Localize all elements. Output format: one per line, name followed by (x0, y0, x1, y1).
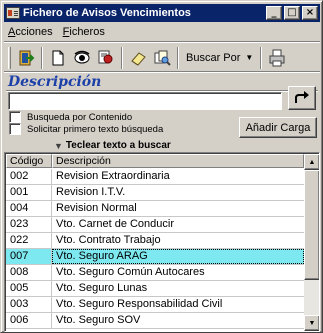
table-row[interactable]: 004 Revision Normal (6, 201, 304, 217)
row-code: 001 (6, 185, 52, 200)
search-input[interactable] (8, 92, 282, 110)
description-section-label: Descripción (8, 74, 102, 90)
vertical-scrollbar[interactable]: ▲ ▼ (304, 154, 319, 331)
search-hint-text: Teclear texto a buscar (65, 140, 171, 151)
table-row[interactable]: 001 Revision I.T.V. (6, 185, 304, 201)
content-search-checkbox[interactable] (9, 111, 21, 123)
row-description: Vto. Carnet de Conducir (56, 218, 175, 230)
search-go-button[interactable] (288, 86, 316, 110)
row-code: 002 (6, 169, 52, 184)
row-description: Vto. Seguro ARAG (52, 249, 304, 264)
first-text-checkbox[interactable] (9, 123, 21, 135)
table-row[interactable]: 023 Vto. Carnet de Conducir (6, 217, 304, 233)
close-button[interactable]: × (302, 6, 318, 20)
filter-icon: ▼ (54, 140, 63, 151)
table-row[interactable]: 007 Vto. Seguro ARAG (6, 249, 304, 265)
chevron-down-icon: ▼ (245, 53, 254, 62)
new-document-icon[interactable] (46, 46, 70, 70)
first-text-option[interactable]: Solicitar primero texto búsqueda (9, 123, 163, 135)
column-header-description[interactable]: Descripción (52, 154, 304, 168)
row-description: Revision I.T.V. (56, 186, 126, 198)
content-search-option[interactable]: Busqueda por Contenido (9, 111, 132, 123)
list-rows: 002 Revision Extraordinaria 001 Revision I.… (6, 169, 304, 329)
toolbar-separator (121, 46, 123, 69)
row-code: 005 (6, 281, 52, 296)
row-description: Vto. Contrato Trabajo (56, 234, 161, 246)
menu-ficheros[interactable]: Ficheros (59, 26, 111, 38)
records-list: Código Descripción 002 Revision Extraordi… (4, 152, 320, 332)
row-description: Vto. Seguro Responsabilidad Civil (56, 298, 223, 310)
row-description: Revision Extraordinaria (56, 170, 170, 182)
table-row[interactable]: 008 Vto. Seguro Común Autocares (6, 265, 304, 281)
row-code: 006 (6, 313, 52, 328)
row-code: 022 (6, 233, 52, 248)
window-title: Fichero de Avisos Vencimientos (23, 7, 191, 19)
toolbar-separator (260, 46, 263, 69)
maximize-button[interactable]: □ (284, 6, 300, 20)
search-docs-icon[interactable] (150, 46, 174, 70)
print-preview-icon[interactable] (94, 46, 118, 70)
table-row[interactable]: 003 Vto. Seguro Responsabilidad Civil (6, 297, 304, 313)
table-row[interactable]: 005 Vto. Seguro Lunas (6, 281, 304, 297)
first-text-label: Solicitar primero texto búsqueda (27, 123, 164, 135)
table-row[interactable]: 006 Vto. Seguro SOV (6, 313, 304, 329)
content-search-label: Busqueda por Contenido (27, 111, 133, 123)
scroll-thumb[interactable] (304, 170, 319, 280)
list-header: Código Descripción (6, 154, 304, 168)
menu-bar: Acciones Ficheros (4, 23, 320, 42)
search-by-dropdown[interactable]: Buscar Por ▼ (182, 47, 257, 69)
row-code: 023 (6, 217, 52, 232)
row-code: 003 (6, 297, 52, 312)
view-eye-icon[interactable] (70, 46, 94, 70)
search-hint: ▼ Teclear texto a buscar (54, 140, 171, 151)
exit-door-icon[interactable] (14, 46, 38, 70)
table-row[interactable]: 022 Vto. Contrato Trabajo (6, 233, 304, 249)
row-description: Vto. Seguro SOV (56, 314, 141, 326)
row-code: 004 (6, 201, 52, 216)
app-window: Fichero de Avisos Vencimientos _ □ × Acc… (0, 0, 323, 333)
search-by-label: Buscar Por (186, 51, 241, 64)
printer-icon[interactable] (265, 46, 289, 70)
add-load-button[interactable]: Añadir Carga (239, 117, 317, 138)
table-row[interactable]: 002 Revision Extraordinaria (6, 169, 304, 185)
return-arrow-icon (295, 91, 309, 103)
row-description: Revision Normal (56, 202, 137, 214)
app-icon (6, 7, 20, 19)
scroll-up-button[interactable]: ▲ (304, 154, 319, 170)
row-code: 007 (6, 249, 52, 264)
row-code: 008 (6, 265, 52, 280)
row-description: Vto. Seguro Común Autocares (56, 266, 205, 278)
minimize-button[interactable]: _ (266, 6, 282, 20)
row-description: Vto. Seguro Lunas (56, 282, 148, 294)
toolbar-separator (177, 46, 179, 69)
toolbar-separator (41, 46, 43, 69)
title-bar[interactable]: Fichero de Avisos Vencimientos _ □ × (4, 4, 320, 22)
column-header-code[interactable]: Código (6, 154, 52, 168)
toolbar-grip[interactable] (8, 46, 11, 69)
eraser-icon[interactable] (126, 46, 150, 70)
toolbar: Buscar Por ▼ (4, 44, 320, 72)
scroll-down-button[interactable]: ▼ (304, 315, 319, 331)
menu-acciones[interactable]: Acciones (4, 26, 59, 38)
